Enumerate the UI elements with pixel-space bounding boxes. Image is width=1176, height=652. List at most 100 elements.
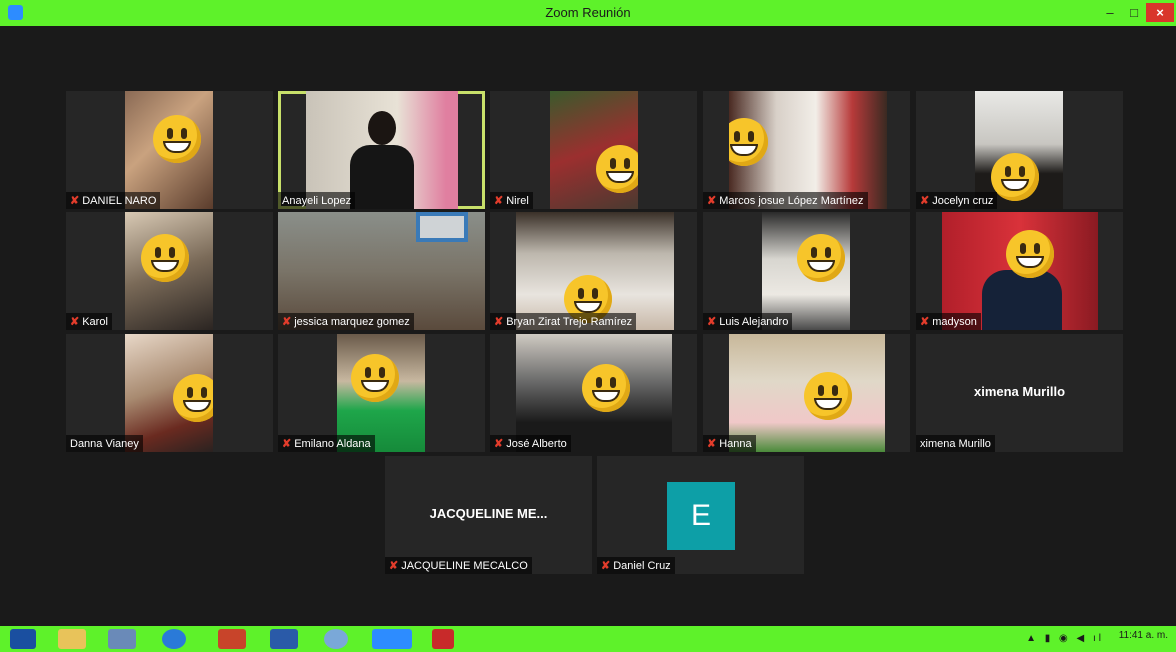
participant-tile[interactable]: ✘ Hanna: [703, 334, 910, 452]
mic-muted-icon: ✘: [920, 195, 930, 207]
participant-label: ✘ Emilano Aldana: [278, 435, 375, 452]
participant-name: jessica marquez gomez: [294, 315, 410, 328]
participant-name: DANIEL NARO: [82, 194, 157, 207]
participant-tile[interactable]: ✘ madyson: [916, 212, 1123, 330]
participant-name: Jocelyn cruz: [932, 194, 994, 207]
mic-muted-icon: ✘: [70, 316, 80, 328]
system-tray-icons[interactable]: ▲ ▮ ◉ ◀ ıl: [1026, 633, 1104, 644]
emoji-face-icon: [141, 234, 189, 282]
participant-tile[interactable]: ✘ Marcos josue López Martínez: [703, 91, 910, 209]
participant-name: Marcos josue López Martínez: [719, 194, 864, 207]
person-body: [350, 145, 414, 209]
participant-label: ✘ Nirel: [490, 192, 533, 209]
maximize-button[interactable]: □: [1122, 3, 1146, 22]
mic-muted-icon: ✘: [389, 560, 399, 572]
emoji-face-icon: [1006, 230, 1054, 278]
participant-label: ✘ Bryan Zirat Trejo Ramírez: [490, 313, 637, 330]
mic-muted-icon: ✘: [601, 560, 611, 572]
participant-name: Danna Vianey: [70, 437, 139, 450]
word-icon[interactable]: [270, 629, 298, 649]
participant-tile[interactable]: E ✘ Daniel Cruz: [597, 456, 804, 574]
participant-label: ✘ madyson: [916, 313, 981, 330]
participant-tile[interactable]: ✘ Nirel: [490, 91, 697, 209]
participant-display-name: JACQUELINE ME...: [429, 506, 548, 521]
title-bar: Zoom Reunión – □ ×: [0, 0, 1176, 26]
close-button[interactable]: ×: [1146, 3, 1174, 22]
mic-muted-icon: ✘: [707, 195, 717, 207]
minimize-button[interactable]: –: [1098, 3, 1122, 22]
emoji-face-icon: [351, 354, 399, 402]
participant-name: madyson: [932, 315, 977, 328]
participant-label: Anayeli Lopez: [278, 192, 356, 209]
participant-tile-active-speaker[interactable]: Anayeli Lopez: [278, 91, 485, 209]
mic-muted-icon: ✘: [282, 438, 292, 450]
participant-name: JACQUELINE MECALCO: [401, 559, 528, 572]
participant-tile[interactable]: ximena Murillo ximena Murillo: [916, 334, 1123, 452]
mic-muted-icon: ✘: [494, 195, 504, 207]
emoji-face-icon: [804, 372, 852, 420]
windows-start-icon[interactable]: [10, 629, 36, 649]
emoji-face-icon: [729, 118, 768, 166]
participant-tile[interactable]: Danna Vianey: [66, 334, 273, 452]
emoji-face-icon: [991, 153, 1039, 201]
participant-label: ✘ DANIEL NARO: [66, 192, 161, 209]
participant-label: ximena Murillo: [916, 435, 995, 452]
participant-label: ✘ Marcos josue López Martínez: [703, 192, 868, 209]
person-head: [368, 111, 396, 145]
emoji-face-icon: [797, 234, 845, 282]
participant-label: Danna Vianey: [66, 435, 143, 452]
participant-name: José Alberto: [506, 437, 567, 450]
participant-display-name: ximena Murillo: [973, 384, 1066, 399]
mic-muted-icon: ✘: [494, 438, 504, 450]
participant-name: Daniel Cruz: [613, 559, 671, 572]
participant-label: ✘ Hanna: [703, 435, 756, 452]
participant-tile[interactable]: ✘ Bryan Zirat Trejo Ramírez: [490, 212, 697, 330]
participant-label: ✘ Luis Alejandro: [703, 313, 793, 330]
emoji-face-icon: [153, 115, 201, 163]
mic-muted-icon: ✘: [707, 438, 717, 450]
file-explorer-icon[interactable]: [58, 629, 86, 649]
participant-name: Karol: [82, 315, 108, 328]
windows-taskbar: ▲ ▮ ◉ ◀ ıl 11:41 a. m.: [0, 626, 1176, 652]
participant-name: Emilano Aldana: [294, 437, 371, 450]
participant-tile[interactable]: ✘ Luis Alejandro: [703, 212, 910, 330]
participant-name: Anayeli Lopez: [282, 194, 352, 207]
participant-tile[interactable]: ✘ jessica marquez gomez: [278, 212, 485, 330]
media-player-icon[interactable]: [108, 629, 136, 649]
browser-icon[interactable]: [162, 629, 186, 649]
participant-name: ximena Murillo: [920, 437, 991, 450]
zoom-taskbar-icon[interactable]: [372, 629, 412, 649]
wall-frame: [416, 212, 468, 242]
mic-muted-icon: ✘: [282, 316, 292, 328]
mic-muted-icon: ✘: [70, 195, 80, 207]
mic-muted-icon: ✘: [494, 316, 504, 328]
emoji-face-icon: [582, 364, 630, 412]
participant-tile[interactable]: ✘ José Alberto: [490, 334, 697, 452]
emoji-face-icon: [596, 145, 638, 193]
powerpoint-icon[interactable]: [218, 629, 246, 649]
participant-tile[interactable]: ✘ Karol: [66, 212, 273, 330]
participant-label: ✘ Jocelyn cruz: [916, 192, 998, 209]
paint-icon[interactable]: [324, 629, 348, 649]
participant-video: [125, 212, 213, 330]
pdf-reader-icon[interactable]: [432, 629, 454, 649]
participant-label: ✘ jessica marquez gomez: [278, 313, 414, 330]
taskbar-clock[interactable]: 11:41 a. m.: [1119, 630, 1168, 641]
participant-name: Bryan Zirat Trejo Ramírez: [506, 315, 633, 328]
participant-label: ✘ JACQUELINE MECALCO: [385, 557, 532, 574]
participant-label: ✘ Daniel Cruz: [597, 557, 675, 574]
participant-tile[interactable]: ✘ Emilano Aldana: [278, 334, 485, 452]
participant-name: Nirel: [506, 194, 529, 207]
gallery-view: ✘ DANIEL NARO Anayeli Lopez ✘ Nirel ✘ Marco…: [0, 26, 1176, 626]
participant-label: ✘ José Alberto: [490, 435, 571, 452]
person-body: [982, 270, 1062, 330]
participant-tile[interactable]: JACQUELINE ME... ✘ JACQUELINE MECALCO: [385, 456, 592, 574]
participant-name: Hanna: [719, 437, 752, 450]
participant-name: Luis Alejandro: [719, 315, 789, 328]
emoji-face-icon: [173, 374, 213, 422]
participant-tile[interactable]: ✘ DANIEL NARO: [66, 91, 273, 209]
participant-tile[interactable]: ✘ Jocelyn cruz: [916, 91, 1123, 209]
mic-muted-icon: ✘: [920, 316, 930, 328]
mic-muted-icon: ✘: [707, 316, 717, 328]
window-title: Zoom Reunión: [545, 5, 631, 20]
